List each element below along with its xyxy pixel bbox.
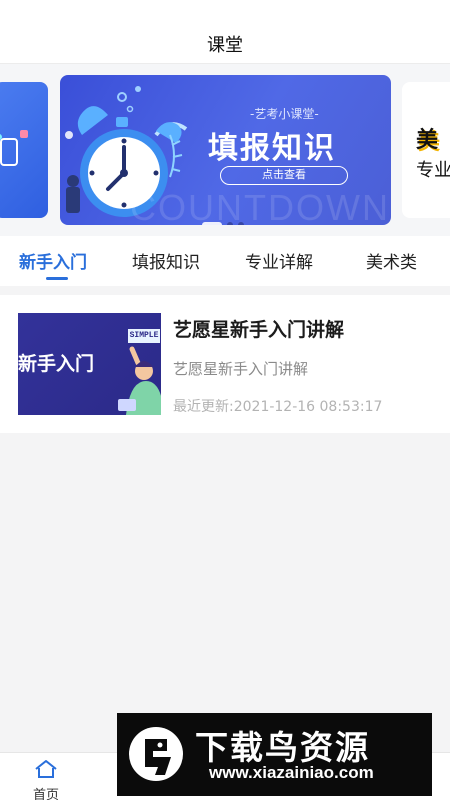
presenter-illustration: [118, 346, 161, 415]
pagination-dot: [227, 222, 233, 225]
category-tabs: 新手入门 填报知识 专业详解 美术类: [0, 236, 450, 286]
pagination-dot-active: [202, 222, 222, 225]
watermark-ad-banner: 下载鸟资源 www.xiazainiao.com: [117, 713, 432, 796]
ad-brand-name: 下载鸟资源: [195, 728, 370, 767]
banner-slide-active[interactable]: COUNTDOWN -艺考小课堂- 填报知识 点击查看: [60, 75, 391, 225]
next-slide-subtitle: 专业: [416, 160, 450, 181]
header-bar: 课堂: [0, 0, 450, 64]
active-tab-indicator: [46, 277, 68, 280]
article-subtitle: 艺愿星新手入门讲解: [173, 360, 309, 378]
banner-headline: 填报知识: [208, 131, 336, 166]
banner-kicker: -艺考小课堂-: [250, 107, 319, 121]
tab-application-knowledge[interactable]: 填报知识: [132, 248, 200, 273]
phone-icon: [0, 138, 18, 166]
banner-cta-button[interactable]: 点击查看: [220, 166, 348, 185]
banner-watermark: COUNTDOWN: [130, 187, 390, 225]
pagination-dot: [238, 222, 244, 225]
article-title[interactable]: 艺愿星新手入门讲解: [173, 315, 344, 342]
home-icon: [35, 760, 57, 778]
bird-logo-icon: [129, 727, 183, 781]
tab-beginner[interactable]: 新手入门: [19, 248, 87, 273]
banner-carousel[interactable]: COUNTDOWN -艺考小课堂- 填报知识 点击查看 美 专业: [0, 64, 450, 236]
banner-slide-previous[interactable]: [0, 82, 48, 218]
article-thumbnail[interactable]: SIMPLE 新手入门: [18, 313, 161, 415]
page-title: 课堂: [207, 35, 243, 56]
tab-major-details[interactable]: 专业详解: [245, 248, 313, 273]
next-slide-title: 美: [416, 128, 439, 153]
nav-item-home[interactable]: 首页: [26, 759, 66, 800]
thumbnail-sign: SIMPLE: [128, 329, 160, 343]
thumbnail-caption: 新手入门: [18, 353, 95, 375]
banner-pagination: [202, 222, 244, 225]
article-card[interactable]: SIMPLE 新手入门 艺愿星新手入门讲解 艺愿星新手入门讲解 最近更新:202…: [0, 295, 450, 433]
nav-item-label: 首页: [32, 788, 59, 800]
ad-url: www.xiazainiao.com: [209, 763, 374, 782]
banner-slide-next[interactable]: 美 专业: [402, 82, 450, 218]
article-updated-time: 最近更新:2021-12-16 08:53:17: [173, 399, 383, 415]
tab-fine-arts[interactable]: 美术类: [366, 248, 417, 273]
